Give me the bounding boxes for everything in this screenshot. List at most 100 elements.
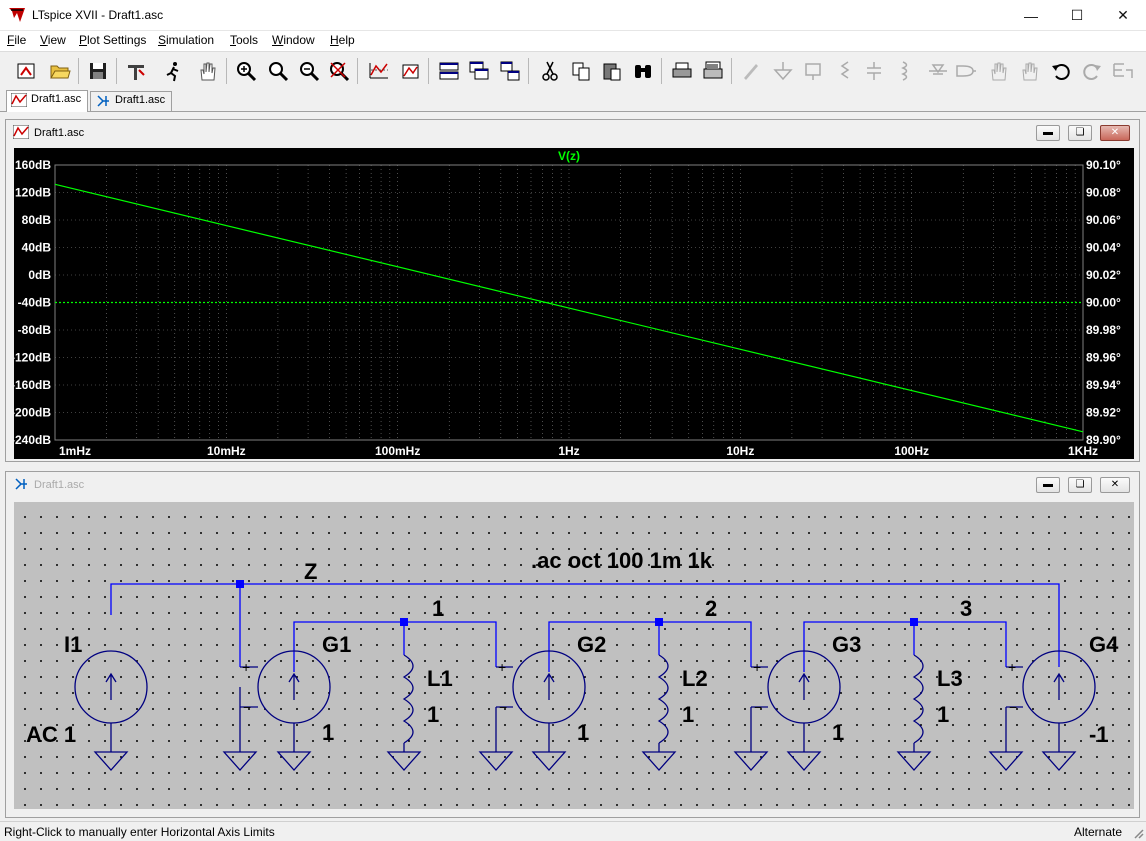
- drag-hand-icon: [1016, 58, 1042, 84]
- resistor-icon: [832, 58, 858, 84]
- menu-window[interactable]: Window: [272, 33, 315, 47]
- y-right-tick-label: 90.10°: [1086, 158, 1121, 172]
- vccs-g3[interactable]: [733, 650, 841, 771]
- title-bar: LTspice XVII - Draft1.asc — ☐ ✕: [0, 0, 1146, 31]
- junction-z[interactable]: [236, 580, 244, 588]
- net-label-icon: [800, 58, 826, 84]
- autorange-icon[interactable]: [366, 58, 392, 84]
- open-folder-icon[interactable]: [47, 58, 73, 84]
- menu-tools[interactable]: Tools: [230, 33, 258, 47]
- zoom-out-icon[interactable]: [296, 58, 322, 84]
- cascade-windows-icon[interactable]: [466, 58, 492, 84]
- capacitor-icon: [861, 58, 887, 84]
- net-label-3[interactable]: 3: [960, 596, 972, 621]
- control-panel-icon[interactable]: [123, 58, 149, 84]
- junction-2[interactable]: [655, 618, 663, 626]
- g1-plus-marker: +: [242, 659, 250, 675]
- copy-icon[interactable]: [568, 58, 594, 84]
- add-trace-icon[interactable]: [397, 58, 423, 84]
- waveform-icon: [11, 93, 27, 107]
- ground-icon: [770, 58, 796, 84]
- zoom-in-icon[interactable]: [233, 58, 259, 84]
- menu-bar: File View Plot Settings Simulation Tools…: [0, 31, 1146, 51]
- minimize-button[interactable]: —: [1008, 0, 1054, 31]
- vccs-g1[interactable]: [222, 650, 331, 771]
- g1-minus-marker: −: [243, 699, 251, 715]
- schematic-restore-button[interactable]: ❏: [1068, 477, 1092, 493]
- inductor-icon: [892, 58, 918, 84]
- spice-directive[interactable]: .ac oct 100 1m 1k: [531, 548, 713, 573]
- g3-plus-marker: +: [753, 659, 761, 675]
- maximize-button[interactable]: ☐: [1054, 0, 1100, 31]
- net-label-z[interactable]: Z: [304, 559, 317, 584]
- cut-icon[interactable]: [537, 58, 563, 84]
- schematic-drawing: + − + − + − + − .ac oct 100 1m 1k Z 1 2 …: [26, 548, 1119, 771]
- y-left-tick-label: 0dB: [28, 268, 51, 282]
- resize-grip-icon[interactable]: [1132, 827, 1144, 839]
- menu-plot-settings[interactable]: Plot Settings: [79, 33, 146, 47]
- junction-1[interactable]: [400, 618, 408, 626]
- schematic-canvas[interactable]: + − + − + − + − .ac oct 100 1m 1k Z 1 2 …: [14, 502, 1134, 809]
- g2-value-label: 1: [577, 720, 589, 745]
- schematic-window: Draft1.asc ▬ ❏ ✕ + − + − + − + − .ac oct…: [5, 471, 1140, 818]
- inductor-l2[interactable]: [641, 654, 677, 771]
- g4-value-label: -1: [1089, 722, 1109, 747]
- i1-value-label: AC 1: [26, 722, 76, 747]
- x-tick-label: 1mHz: [59, 444, 91, 458]
- status-message: Right-Click to manually enter Horizontal…: [4, 825, 275, 839]
- x-tick-label: 1Hz: [558, 444, 579, 458]
- vccs-g2[interactable]: [478, 650, 586, 771]
- g2-ref-label: G2: [577, 632, 606, 657]
- find-binoculars-icon[interactable]: [630, 58, 656, 84]
- print-icon[interactable]: [669, 58, 695, 84]
- print-preview-icon[interactable]: [700, 58, 726, 84]
- menu-help[interactable]: Help: [330, 33, 355, 47]
- g4-minus-marker: −: [1009, 699, 1017, 715]
- x-tick-label: 100Hz: [894, 444, 929, 458]
- schematic-minimize-button[interactable]: ▬: [1036, 477, 1060, 493]
- waveform-window: Draft1.asc ▬ ❏ ✕ 160dB 90.10° 120dB 90.08° 8…: [5, 119, 1140, 462]
- y-right-tick-label: 89.98°: [1086, 323, 1121, 337]
- g2-minus-marker: −: [499, 699, 507, 715]
- tile-vertical-icon[interactable]: [497, 58, 523, 84]
- menu-file[interactable]: File: [7, 33, 26, 47]
- x-tick-label: 10Hz: [726, 444, 754, 458]
- inductor-l3[interactable]: [896, 654, 932, 771]
- vccs-g4[interactable]: [988, 650, 1096, 771]
- tile-horizontal-icon[interactable]: [436, 58, 462, 84]
- run-simulation-icon[interactable]: [160, 58, 186, 84]
- y-left-tick-label: 40dB: [22, 241, 52, 255]
- zoom-pan-icon[interactable]: [265, 58, 291, 84]
- tab-waveform-draft1[interactable]: Draft1.asc: [6, 90, 89, 112]
- net-label-1[interactable]: 1: [432, 596, 444, 621]
- tab-label: Draft1.asc: [31, 93, 82, 105]
- y-right-tick-label: 90.02°: [1086, 268, 1121, 282]
- waveform-restore-button[interactable]: ❏: [1068, 125, 1092, 141]
- close-button[interactable]: ✕: [1100, 0, 1146, 31]
- inductor-l1[interactable]: [386, 654, 422, 771]
- menu-simulation[interactable]: Simulation: [158, 33, 214, 47]
- net-label-2[interactable]: 2: [705, 596, 717, 621]
- y-right-tick-label: 89.92°: [1086, 406, 1121, 420]
- l1-value-label: 1: [427, 702, 439, 727]
- zoom-fit-icon[interactable]: [326, 58, 352, 84]
- paste-icon[interactable]: [599, 58, 625, 84]
- bode-chart: 160dB 90.10° 120dB 90.08° 80dB 90.06° 40dB 90.0…: [11, 149, 1121, 458]
- new-schematic-icon[interactable]: [14, 58, 40, 84]
- undo-icon[interactable]: [1048, 58, 1074, 84]
- schematic-close-button[interactable]: ✕: [1100, 477, 1130, 493]
- halt-hand-icon[interactable]: [194, 58, 220, 84]
- current-source-i1[interactable]: [74, 650, 148, 771]
- waveform-minimize-button[interactable]: ▬: [1036, 125, 1060, 141]
- l2-ref-label: L2: [682, 666, 708, 691]
- tab-schematic-draft1[interactable]: Draft1.asc: [90, 91, 173, 111]
- menu-view[interactable]: View: [40, 33, 66, 47]
- move-hand-icon: [985, 58, 1011, 84]
- status-bar: Right-Click to manually enter Horizontal…: [0, 821, 1146, 841]
- junction-3[interactable]: [910, 618, 918, 626]
- waveform-plot[interactable]: 160dB 90.10° 120dB 90.08° 80dB 90.06° 40dB 90.0…: [11, 148, 1134, 459]
- tab-label: Draft1.asc: [115, 94, 166, 106]
- waveform-close-button[interactable]: ✕: [1100, 125, 1130, 141]
- schematic-icon: [15, 478, 27, 490]
- save-icon[interactable]: [85, 58, 111, 84]
